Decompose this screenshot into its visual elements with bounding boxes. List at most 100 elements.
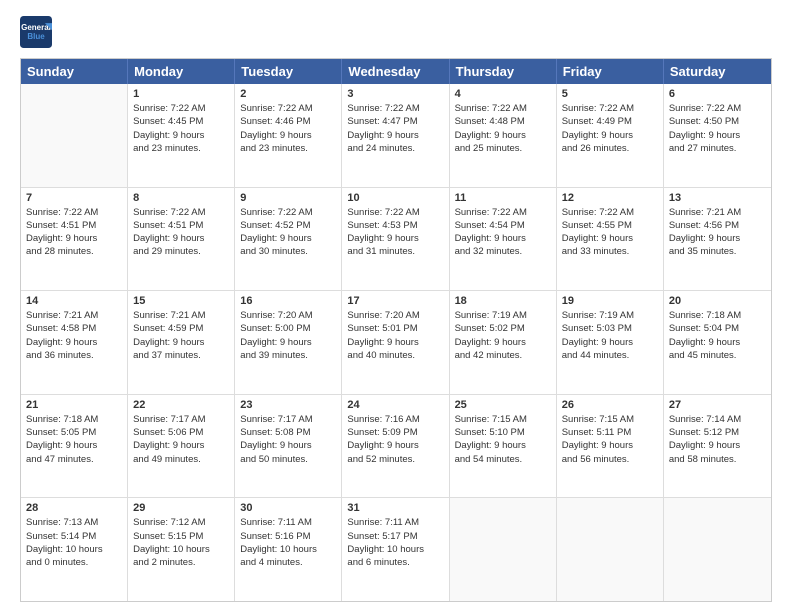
cal-cell: 16Sunrise: 7:20 AMSunset: 5:00 PMDayligh… (235, 291, 342, 394)
day-number: 6 (669, 88, 766, 100)
cell-line: Sunrise: 7:20 AM (240, 309, 336, 322)
logo-icon: General Blue (20, 16, 52, 48)
cell-line: Sunrise: 7:19 AM (455, 309, 551, 322)
cell-line: Sunrise: 7:15 AM (455, 413, 551, 426)
cell-line: Sunset: 4:59 PM (133, 322, 229, 335)
cal-cell: 10Sunrise: 7:22 AMSunset: 4:53 PMDayligh… (342, 188, 449, 291)
week-2: 7Sunrise: 7:22 AMSunset: 4:51 PMDaylight… (21, 188, 771, 292)
cal-cell: 13Sunrise: 7:21 AMSunset: 4:56 PMDayligh… (664, 188, 771, 291)
calendar: SundayMondayTuesdayWednesdayThursdayFrid… (20, 58, 772, 602)
week-3: 14Sunrise: 7:21 AMSunset: 4:58 PMDayligh… (21, 291, 771, 395)
cell-line: Sunrise: 7:21 AM (26, 309, 122, 322)
day-number: 18 (455, 295, 551, 307)
cal-cell (450, 498, 557, 601)
cal-cell (664, 498, 771, 601)
cell-line: and 25 minutes. (455, 142, 551, 155)
svg-text:Blue: Blue (27, 32, 45, 41)
cell-line: Sunset: 5:05 PM (26, 426, 122, 439)
cell-line: Sunrise: 7:22 AM (347, 206, 443, 219)
cell-line: Sunset: 5:14 PM (26, 530, 122, 543)
cal-cell: 7Sunrise: 7:22 AMSunset: 4:51 PMDaylight… (21, 188, 128, 291)
day-number: 29 (133, 502, 229, 514)
cell-line: Daylight: 9 hours (240, 232, 336, 245)
cell-line: and 0 minutes. (26, 556, 122, 569)
day-number: 25 (455, 399, 551, 411)
cell-line: and 58 minutes. (669, 453, 766, 466)
cell-line: Sunset: 5:16 PM (240, 530, 336, 543)
day-number: 3 (347, 88, 443, 100)
header: General Blue (20, 16, 772, 48)
cell-line: and 23 minutes. (133, 142, 229, 155)
cell-line: Sunrise: 7:20 AM (347, 309, 443, 322)
day-number: 4 (455, 88, 551, 100)
day-number: 22 (133, 399, 229, 411)
cell-line: and 49 minutes. (133, 453, 229, 466)
cell-line: and 30 minutes. (240, 245, 336, 258)
cell-line: Daylight: 9 hours (133, 129, 229, 142)
cell-line: Daylight: 10 hours (133, 543, 229, 556)
cell-line: Sunrise: 7:22 AM (240, 102, 336, 115)
cell-line: Sunrise: 7:22 AM (133, 102, 229, 115)
week-4: 21Sunrise: 7:18 AMSunset: 5:05 PMDayligh… (21, 395, 771, 499)
header-day-saturday: Saturday (664, 59, 771, 84)
day-number: 7 (26, 192, 122, 204)
header-day-monday: Monday (128, 59, 235, 84)
cell-line: Daylight: 9 hours (562, 336, 658, 349)
cell-line: Sunset: 4:55 PM (562, 219, 658, 232)
day-number: 27 (669, 399, 766, 411)
day-number: 20 (669, 295, 766, 307)
cal-cell: 19Sunrise: 7:19 AMSunset: 5:03 PMDayligh… (557, 291, 664, 394)
day-number: 5 (562, 88, 658, 100)
cell-line: Sunrise: 7:17 AM (240, 413, 336, 426)
cell-line: Sunrise: 7:22 AM (562, 206, 658, 219)
cell-line: and 33 minutes. (562, 245, 658, 258)
cell-line: Daylight: 9 hours (133, 232, 229, 245)
cal-cell: 27Sunrise: 7:14 AMSunset: 5:12 PMDayligh… (664, 395, 771, 498)
cell-line: Sunrise: 7:22 AM (455, 102, 551, 115)
cell-line: Sunrise: 7:19 AM (562, 309, 658, 322)
cell-line: Sunset: 5:09 PM (347, 426, 443, 439)
calendar-body: 1Sunrise: 7:22 AMSunset: 4:45 PMDaylight… (21, 84, 771, 601)
cell-line: Sunrise: 7:22 AM (240, 206, 336, 219)
cal-cell: 9Sunrise: 7:22 AMSunset: 4:52 PMDaylight… (235, 188, 342, 291)
day-number: 13 (669, 192, 766, 204)
day-number: 21 (26, 399, 122, 411)
cell-line: Sunrise: 7:22 AM (26, 206, 122, 219)
cell-line: and 36 minutes. (26, 349, 122, 362)
cell-line: and 50 minutes. (240, 453, 336, 466)
cal-cell: 28Sunrise: 7:13 AMSunset: 5:14 PMDayligh… (21, 498, 128, 601)
cal-cell: 11Sunrise: 7:22 AMSunset: 4:54 PMDayligh… (450, 188, 557, 291)
cell-line: and 54 minutes. (455, 453, 551, 466)
cell-line: Sunrise: 7:11 AM (240, 516, 336, 529)
cell-line: Sunset: 5:06 PM (133, 426, 229, 439)
cell-line: and 56 minutes. (562, 453, 658, 466)
cell-line: and 40 minutes. (347, 349, 443, 362)
cell-line: Sunrise: 7:15 AM (562, 413, 658, 426)
cell-line: and 26 minutes. (562, 142, 658, 155)
day-number: 31 (347, 502, 443, 514)
cell-line: Daylight: 9 hours (133, 439, 229, 452)
day-number: 12 (562, 192, 658, 204)
cal-cell: 2Sunrise: 7:22 AMSunset: 4:46 PMDaylight… (235, 84, 342, 187)
cell-line: Daylight: 9 hours (562, 439, 658, 452)
cell-line: Sunrise: 7:12 AM (133, 516, 229, 529)
calendar-header: SundayMondayTuesdayWednesdayThursdayFrid… (21, 59, 771, 84)
cal-cell: 24Sunrise: 7:16 AMSunset: 5:09 PMDayligh… (342, 395, 449, 498)
cell-line: Daylight: 9 hours (455, 439, 551, 452)
header-day-friday: Friday (557, 59, 664, 84)
day-number: 1 (133, 88, 229, 100)
cell-line: Daylight: 9 hours (455, 336, 551, 349)
page: General Blue SundayMondayTuesdayWednesda… (0, 0, 792, 612)
cal-cell: 29Sunrise: 7:12 AMSunset: 5:15 PMDayligh… (128, 498, 235, 601)
cell-line: and 37 minutes. (133, 349, 229, 362)
cell-line: Sunset: 4:51 PM (133, 219, 229, 232)
cell-line: Daylight: 9 hours (347, 336, 443, 349)
cell-line: Sunset: 5:04 PM (669, 322, 766, 335)
cell-line: and 6 minutes. (347, 556, 443, 569)
week-5: 28Sunrise: 7:13 AMSunset: 5:14 PMDayligh… (21, 498, 771, 601)
day-number: 10 (347, 192, 443, 204)
cell-line: Daylight: 10 hours (26, 543, 122, 556)
cell-line: and 24 minutes. (347, 142, 443, 155)
cell-line: Daylight: 9 hours (669, 336, 766, 349)
cell-line: Daylight: 9 hours (347, 439, 443, 452)
